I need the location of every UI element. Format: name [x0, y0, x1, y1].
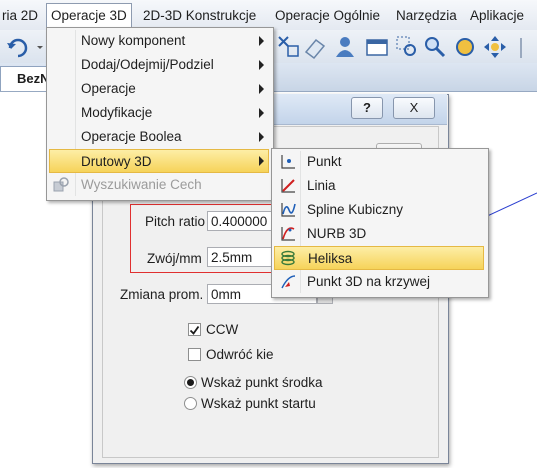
submenu-item-nurb-3d[interactable]: NURB 3D [307, 222, 366, 246]
menu-item-dodaj-odejmij[interactable]: Dodaj/Odejmij/Podziel [81, 53, 214, 77]
radio-dot [187, 379, 194, 386]
menu-item-wyszukiwanie-cech[interactable]: Wyszukiwanie Cech [81, 173, 202, 197]
window-icon[interactable] [364, 34, 390, 60]
submenu-arrow-icon [259, 108, 264, 118]
submenu-item-spline-kubiczny[interactable]: Spline Kubiczny [307, 198, 403, 222]
help-button[interactable]: ? [351, 97, 383, 119]
submenu-arrow-icon [259, 84, 264, 94]
ccw-label: CCW [206, 322, 239, 337]
radius-change-label: Zmiana prom. [120, 287, 204, 302]
submenu-gutter [300, 151, 301, 293]
line-icon [281, 179, 295, 193]
zoom-window-icon[interactable] [394, 34, 420, 60]
submenu-arrow-icon [259, 36, 264, 46]
zoom-in-icon[interactable] [422, 34, 448, 60]
submenu-arrow-icon [259, 156, 264, 166]
document-tab-label: BezN [17, 71, 50, 86]
center-point-radio[interactable] [184, 376, 197, 389]
center-point-label: Wskaż punkt środka [201, 375, 323, 390]
ccw-checkbox[interactable] [188, 323, 201, 336]
nurb-icon [281, 227, 295, 241]
transform-icon[interactable] [276, 34, 302, 60]
help-icon: ? [363, 100, 371, 115]
document-tab[interactable]: BezN [0, 66, 50, 91]
user-select-icon[interactable] [332, 34, 358, 60]
reverse-checkbox[interactable] [188, 348, 201, 361]
menu-item-operacje-boolea[interactable]: Operacje Boolea [81, 125, 182, 149]
rotate-view-icon[interactable] [452, 34, 478, 60]
spline-icon [281, 203, 296, 217]
submenu-item-linia[interactable]: Linia [307, 174, 336, 198]
point-icon [281, 155, 295, 169]
menu-operacje-3d[interactable]: Operacje 3D [46, 3, 132, 28]
menu-item-modyfikacje[interactable]: Modyfikacje [81, 101, 152, 125]
start-point-label: Wskaż punkt startu [201, 396, 316, 411]
menu-item-operacje[interactable]: Operacje [81, 77, 136, 101]
point-on-curve-icon [281, 275, 296, 289]
submenu-arrow-icon [259, 132, 264, 142]
eraser-icon[interactable] [302, 34, 328, 60]
check-icon [189, 325, 200, 335]
helix-icon [281, 250, 295, 266]
submenu-item-punkt[interactable]: Punkt [307, 150, 342, 174]
close-icon: X [409, 100, 419, 115]
annotation-highlight-box [130, 204, 280, 273]
menu-narzedzia[interactable]: Narzędzia [392, 6, 461, 26]
close-button[interactable]: X [393, 97, 435, 119]
pan-icon[interactable] [482, 34, 508, 60]
reverse-label: Odwróć kie [206, 347, 274, 362]
submenu-item-heliksa[interactable]: Heliksa [274, 246, 484, 270]
menu-2d-3d-konstrukcje[interactable]: 2D-3D Konstrukcje [139, 6, 260, 26]
menu-modelowanie-2d[interactable]: ria 2D [0, 6, 42, 26]
menu-item-nowy-komponent[interactable]: Nowy komponent [81, 29, 185, 53]
menu-operacje-ogolnie[interactable]: Operacje Ogólnie [271, 6, 384, 26]
submenu-item-punkt-3d-na-krzywej[interactable]: Punkt 3D na krzywej [307, 270, 430, 294]
toolbar-separator [520, 38, 522, 58]
submenu-arrow-icon [259, 60, 264, 70]
feature-search-icon [53, 177, 69, 192]
menu-aplikacje[interactable]: Aplikacje [466, 6, 528, 26]
menu-item-drutowy-3d[interactable]: Drutowy 3D [49, 149, 269, 173]
redo-icon[interactable] [4, 34, 44, 60]
start-point-radio[interactable] [184, 397, 197, 410]
